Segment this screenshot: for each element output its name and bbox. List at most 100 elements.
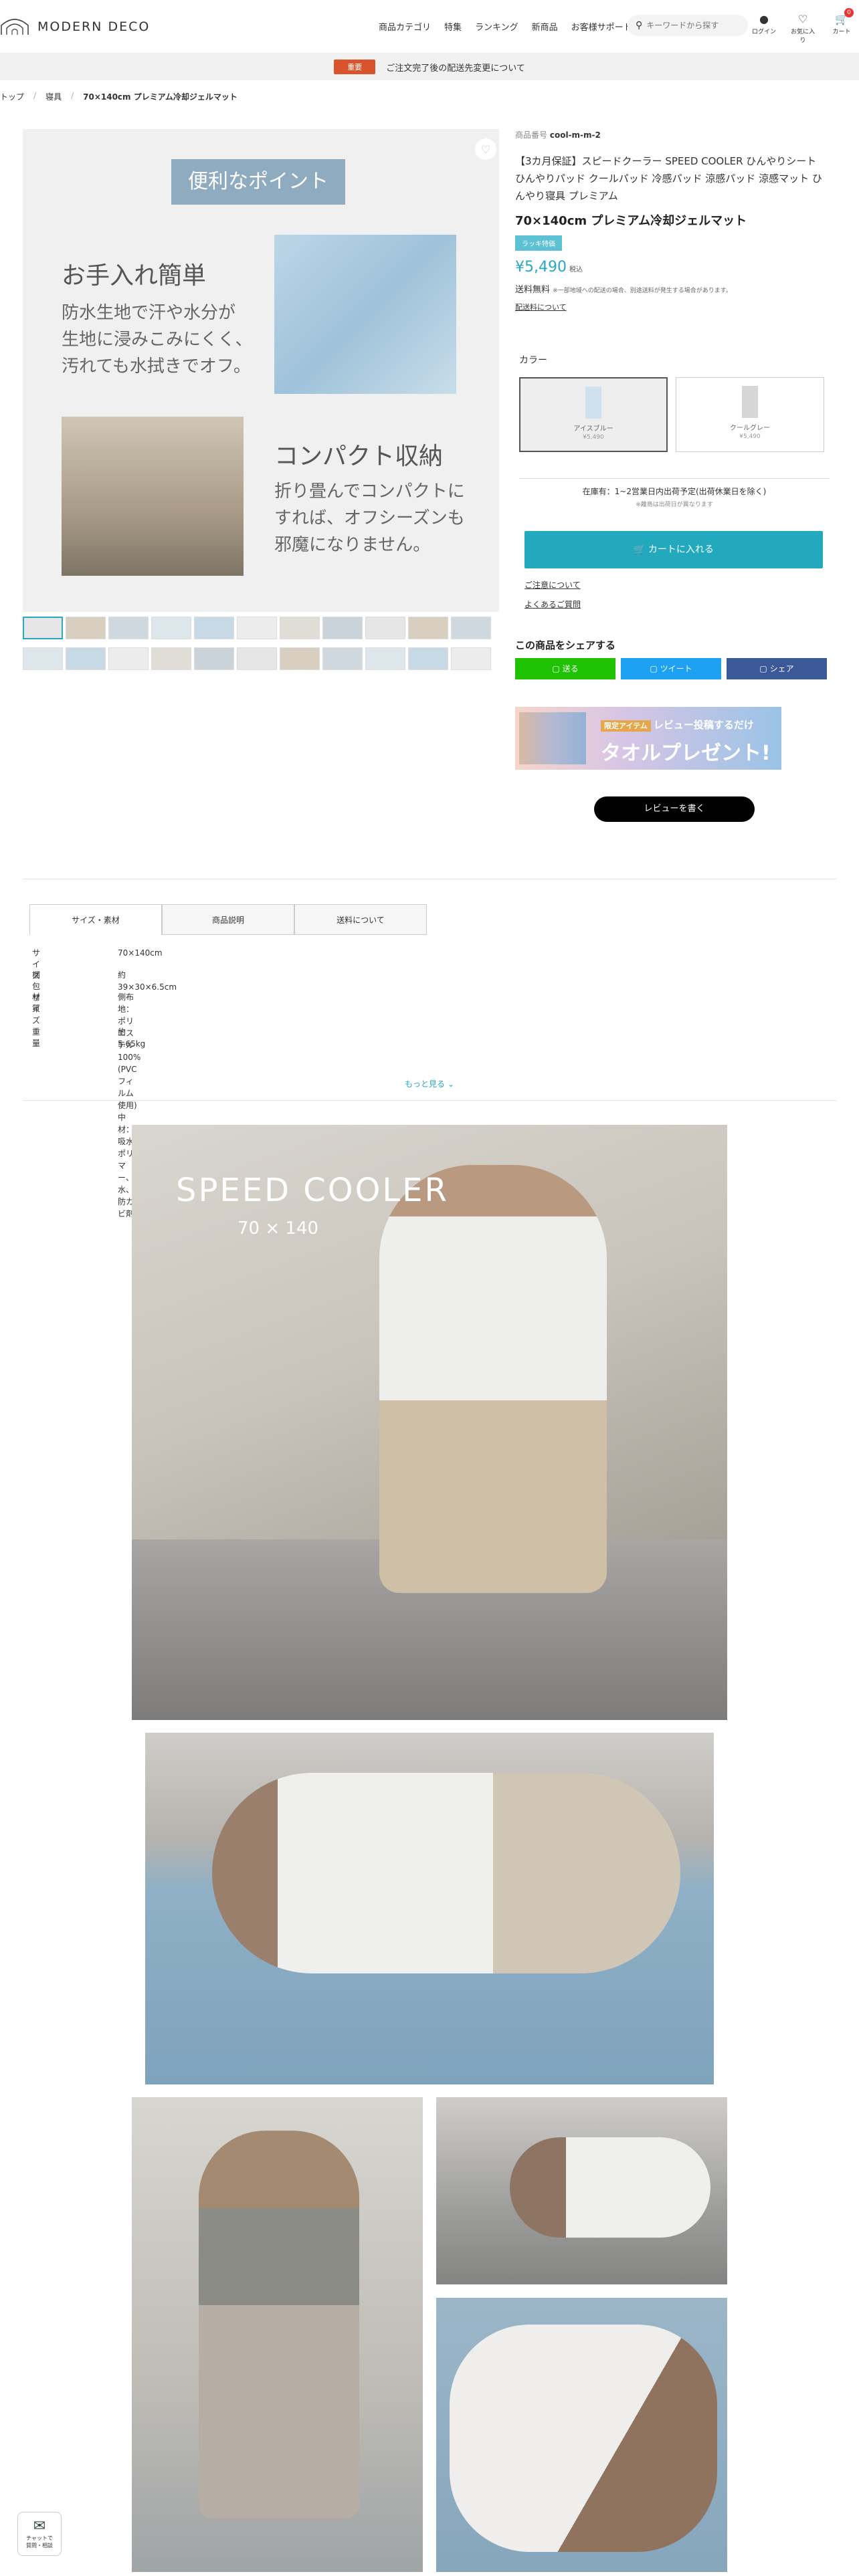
breadcrumb: トップ / 寝具 / 70×140cm プレミアム冷却ジェルマット [0,91,237,102]
color-option-ice-blue[interactable]: アイスブルー ¥5,490 [519,377,668,452]
photo-title: SPEED COOLER [176,1172,449,1209]
product-info: 商品番号 cool-m-m-2 【3カ月保証】スピードクーラー SPEED CO… [515,129,823,312]
line-icon: ▢ [552,664,560,673]
gallery-thumbnail[interactable] [23,617,63,639]
tab-shipping[interactable]: 送料について [294,904,427,935]
model-figure [379,1165,607,1593]
share-line-label: 送る [562,664,579,673]
gallery-thumbnail[interactable] [322,617,363,639]
stock-status: 在庫有：1~2営業日内出荷予定(出荷休業日を除く) ※離島は出荷日が異なります [519,478,830,508]
gallery-thumbnail[interactable] [408,617,448,639]
product-title: 【3カ月保証】スピードクーラー SPEED COOLER ひんやりシート ひんや… [515,155,822,202]
cart-icon: 🛒 [634,544,646,555]
gallery-thumbnail[interactable] [408,647,448,670]
share-facebook-button[interactable]: ▢ シェア [727,658,827,679]
photo-size: 70 × 140 [237,1218,319,1239]
favorites-label: お気に入り [790,29,815,44]
stock-text: 在庫有：1~2営業日内出荷予定(出荷休業日を除く) [582,487,767,496]
chat-button[interactable]: ✉ チャットで 質問・相談 [17,2512,62,2556]
header-icons: ● ログイン ♡ お気に入り 🛒 0 カート [749,8,856,44]
gallery-thumbnail[interactable] [151,617,191,639]
divider [23,1100,836,1101]
add-to-cart-button[interactable]: 🛒 カートに入れる [524,531,823,568]
gallery-thumbnail[interactable] [151,647,191,670]
color-option-cool-grey[interactable]: クールグレー ¥5,490 [676,377,824,452]
favorites-link[interactable]: ♡ お気に入り [788,12,818,44]
nav-category[interactable]: 商品カテゴリ [372,20,438,33]
share-twitter-button[interactable]: ▢ ツイート [621,658,721,679]
price-tax-label: 税込 [569,266,583,274]
notice-bar: 重要 ご注文完了後の配送先変更について [0,53,859,80]
color-selector: カラー アイスブルー ¥5,490 クールグレー ¥5,490 [519,353,830,452]
color-label: カラー [519,355,547,366]
banner-line1-text: レビュー投稿するだけ [653,719,754,731]
cart-link[interactable]: 🛒 0 カート [827,8,856,44]
favorite-heart-icon[interactable]: ♡ [475,138,496,160]
show-more-link[interactable]: もっと見る ⌄ [0,1078,859,1089]
nav-ranking[interactable]: ランキング [468,20,525,33]
logo[interactable]: MODERN DECO [0,17,150,36]
logo-mark-icon [1,19,29,35]
gallery-point1-title: お手入れ簡単 [62,262,207,290]
breadcrumb-separator: / [33,91,37,100]
cart-label: カート [832,29,851,35]
gallery-thumbnail[interactable] [66,617,106,639]
product-number-value: cool-m-m-2 [549,130,601,140]
notice-link[interactable]: ご注文完了後の配送先変更について [386,61,525,74]
facebook-icon: ▢ [759,664,767,673]
gallery-thumbnail[interactable] [237,617,277,639]
product-photo-reclining-grey [436,2097,727,2284]
write-review-button[interactable]: レビューを書く [594,796,755,822]
chat-label2: 質問・相談 [26,2543,53,2549]
gallery-point1-desc: 防水生地で汗や水分が 生地に浸みこみにくく、 汚れても水拭きでオフ。 [62,303,253,377]
search-input[interactable] [646,21,741,30]
review-campaign-banner[interactable]: 限定アイテム レビュー投稿するだけ タオルプレゼント! [515,707,781,770]
gallery-thumbnail[interactable] [108,647,149,670]
gallery-thumbnail[interactable] [237,647,277,670]
gallery-point2-desc: 折り畳んでコンパクトに すれば、オフシーズンも 邪魔になりません。 [274,481,465,555]
model-figure [510,2137,710,2238]
gallery-thumbnail[interactable] [280,617,320,639]
product-number-label: 商品番号 [515,130,548,140]
model-figure [212,1773,680,1973]
price-value: ¥5,490 [515,259,567,276]
product-main-image[interactable]: 便利なポイント お手入れ簡単 防水生地で汗や水分が 生地に浸みこみにくく、 汚れ… [23,129,499,612]
gallery-thumbnail[interactable] [194,647,234,670]
gallery-thumbnail[interactable] [280,647,320,670]
caution-link[interactable]: ご注意について [524,579,581,591]
chat-bubble-icon: ✉ [33,2518,46,2535]
gallery-thumbnail[interactable] [365,647,405,670]
tab-description[interactable]: 商品説明 [162,904,294,935]
gallery-thumbnail[interactable] [108,617,149,639]
breadcrumb-separator: / [71,91,74,100]
nav-feature[interactable]: 特集 [438,20,468,33]
login-link[interactable]: ● ログイン [749,12,779,44]
free-shipping-label: 送料無料 [515,285,551,295]
color-chip [742,386,758,418]
share-line-button[interactable]: ▢ 送る [515,658,615,679]
chevron-down-icon: ⌄ [447,1079,454,1089]
heart-icon: ♡ [797,13,808,25]
gallery-thumbnail[interactable] [66,647,106,670]
gallery-thumbnail[interactable] [194,617,234,639]
shipping-fee-link[interactable]: 配送料について [515,302,823,312]
gallery-thumbnail[interactable] [322,647,363,670]
gallery-thumbnail[interactable] [451,647,491,670]
gallery-thumbnail[interactable] [365,617,405,639]
site-header: MODERN DECO 商品カテゴリ 特集 ランキング 新商品 お客様サポート … [0,0,859,53]
breadcrumb-home[interactable]: トップ [0,91,24,102]
product-name: 70×140cm プレミアム冷却ジェルマット [515,214,747,228]
gallery-thumbnail[interactable] [23,647,63,670]
gallery-thumbnail[interactable] [451,617,491,639]
banner-line2: タオルプレゼント! [601,742,771,765]
breadcrumb-category[interactable]: 寝具 [45,91,62,102]
nav-new[interactable]: 新商品 [525,20,565,33]
shipping-info: 送料無料 ※一部地域への配送の場合、別途送料が発生する場合があります。 [515,282,823,295]
faq-link[interactable]: よくあるご質問 [524,599,581,610]
search-icon[interactable]: ⚲ [636,20,642,31]
search-box[interactable]: ⚲ [628,15,748,36]
tab-size-material[interactable]: サイズ・素材 [29,904,162,935]
stock-note: ※離島は出荷日が異なります [636,502,713,508]
color-price: ¥5,490 [583,434,604,441]
color-name: アイスブルー [573,425,613,433]
